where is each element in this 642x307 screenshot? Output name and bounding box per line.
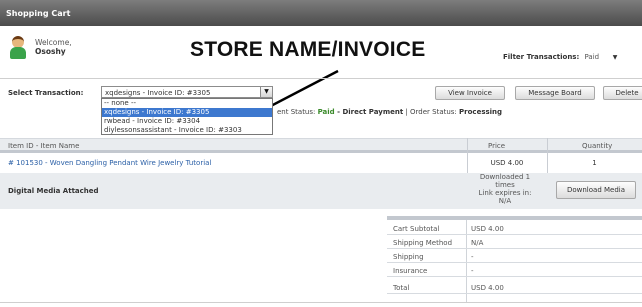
totals-label: Cart Subtotal	[393, 225, 440, 233]
order-status: Processing	[459, 108, 503, 116]
filter-select[interactable]: Paid	[585, 53, 607, 61]
totals-row: Cart Subtotal USD 4.00	[387, 221, 642, 235]
totals-value: -	[471, 253, 474, 261]
totals-value: USD 4.00	[471, 284, 504, 292]
totals-label: Insurance	[393, 267, 428, 275]
item-link[interactable]: # 101530 - Woven Dangling Pendant Wire J…	[8, 159, 211, 167]
link-expiry-label: Link expires in:	[478, 189, 532, 197]
divider	[0, 302, 642, 303]
payment-status: Paid	[317, 108, 335, 116]
table-header: Item ID - Item Name Price Quantity	[0, 138, 642, 153]
delete-button[interactable]: Delete	[603, 86, 642, 100]
message-board-button[interactable]: Message Board	[515, 86, 595, 100]
welcome-text: Welcome, Ososhy	[35, 38, 105, 56]
payment-method: - Direct Payment	[334, 108, 404, 116]
order-status-line: ent Status: Paid - Direct Payment | Orde…	[277, 108, 502, 116]
select-transaction-label: Select Transaction:	[8, 89, 84, 97]
welcome-greeting: Welcome,	[35, 38, 72, 47]
filter-transactions: Filter Transactions: Paid ▼	[503, 53, 617, 61]
chevron-down-icon[interactable]: ▼	[613, 54, 618, 61]
option-xqdesigns[interactable]: xqdesigns - Invoice ID: #3305	[102, 108, 272, 117]
filter-label: Filter Transactions:	[503, 53, 580, 61]
item-price: USD 4.00	[490, 159, 524, 167]
download-media-button[interactable]: Download Media	[556, 181, 636, 199]
option-diylessonsassistant[interactable]: diylessonsassistant - Invoice ID: #3303	[102, 126, 272, 135]
totals-row: Insurance -	[387, 263, 642, 277]
totals-header-bar	[387, 216, 642, 220]
option-rwbead[interactable]: rwbead - Invoice ID: #3304	[102, 117, 272, 126]
totals-row-total: Total USD 4.00	[387, 280, 642, 294]
totals-value: -	[471, 267, 474, 275]
avatar-body	[10, 47, 26, 59]
download-count-unit: times	[495, 181, 515, 189]
transaction-select-value: xqdesigns - Invoice ID: #3305	[105, 89, 211, 97]
download-info: Downloaded 1 times Link expires in: N/A	[467, 173, 543, 205]
status-separator: | Order Status:	[403, 108, 460, 116]
totals-value: N/A	[471, 239, 484, 247]
payment-status-prefix: ent Status:	[277, 108, 318, 116]
view-invoice-button[interactable]: View Invoice	[435, 86, 505, 100]
header-item: Item ID - Item Name	[8, 142, 80, 150]
totals-row: Shipping -	[387, 249, 642, 263]
annotation-callout: STORE NAME/INVOICE	[190, 38, 426, 61]
transaction-options-list: -- none -- xqdesigns - Invoice ID: #3305…	[101, 98, 273, 135]
totals-label: Shipping	[393, 253, 424, 261]
header-quantity: Quantity	[582, 142, 613, 150]
totals-value: USD 4.00	[471, 225, 504, 233]
link-expiry-value: N/A	[498, 197, 512, 205]
totals-row: Shipping Method N/A	[387, 235, 642, 249]
window-title: Shopping Cart	[0, 0, 642, 26]
digital-media-label: Digital Media Attached	[8, 187, 99, 195]
transaction-select[interactable]: xqdesigns - Invoice ID: #3305 ▼	[101, 86, 273, 98]
header-price: Price	[488, 142, 506, 150]
option-none[interactable]: -- none --	[102, 99, 272, 108]
welcome-username: Ososhy	[35, 47, 66, 56]
totals-label: Total	[393, 284, 410, 292]
dropdown-arrow-icon[interactable]: ▼	[260, 87, 272, 97]
avatar	[8, 36, 28, 60]
totals-label: Shipping Method	[393, 239, 453, 247]
divider	[0, 78, 642, 79]
download-count: Downloaded 1	[479, 173, 531, 181]
item-quantity: 1	[592, 159, 597, 167]
